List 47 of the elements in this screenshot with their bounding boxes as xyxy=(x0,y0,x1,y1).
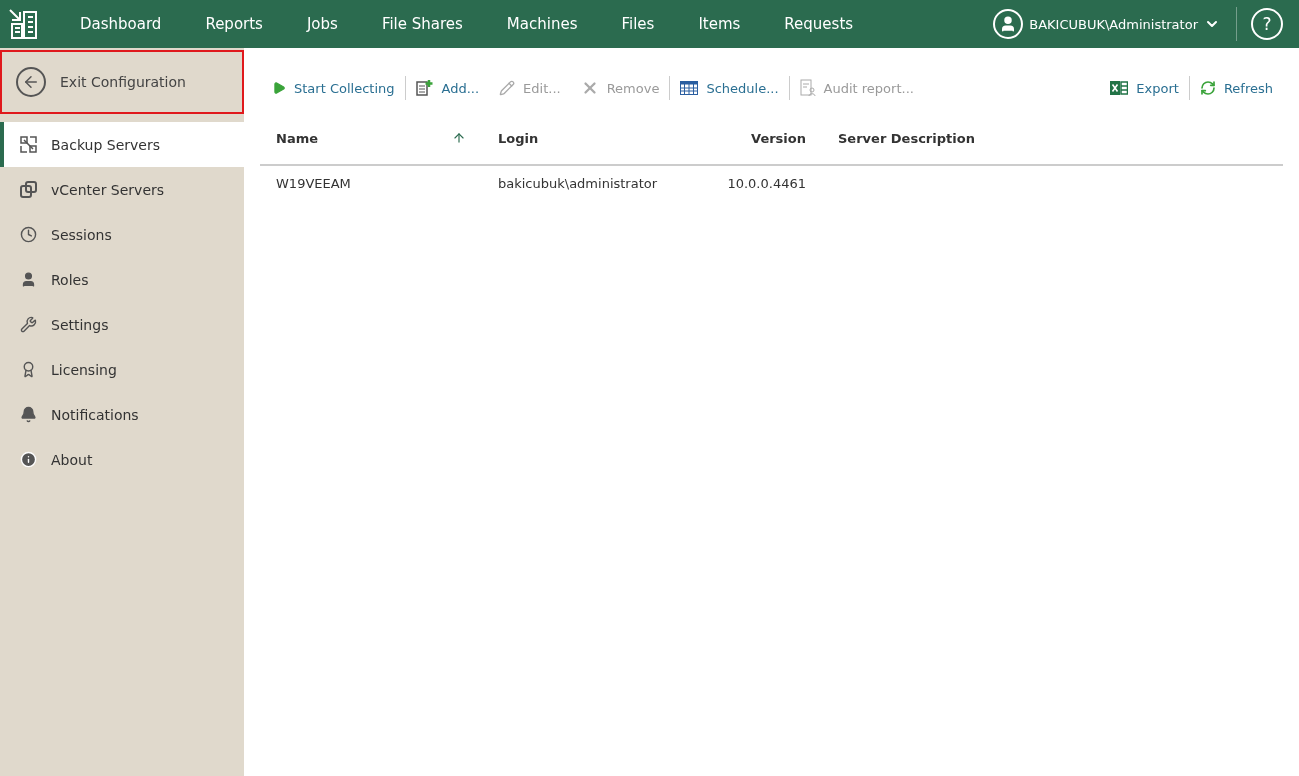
toolbar-button[interactable]: Refresh xyxy=(1189,80,1283,96)
vcenter-icon xyxy=(20,181,37,198)
nav-link[interactable]: Requests xyxy=(762,15,876,33)
play-icon xyxy=(272,81,286,95)
info-icon xyxy=(20,451,37,468)
nav-link[interactable]: Machines xyxy=(484,15,600,33)
clock-icon xyxy=(20,226,37,243)
column-header[interactable]: Version xyxy=(682,112,822,165)
bell-icon xyxy=(20,406,37,423)
logo-icon xyxy=(8,8,40,40)
calendar-icon xyxy=(680,81,699,95)
sidebar-item[interactable]: Backup Servers xyxy=(0,122,244,167)
table-cell: bakicubuk\administrator xyxy=(482,165,682,200)
servers-icon xyxy=(20,136,37,153)
toolbar-button[interactable]: Export xyxy=(1100,80,1189,96)
toolbar-button[interactable]: Start Collecting xyxy=(262,80,405,96)
nav-link[interactable]: Items xyxy=(676,15,763,33)
column-header[interactable]: Name xyxy=(260,112,482,165)
nav-link[interactable]: Reports xyxy=(183,15,285,33)
nav-link[interactable]: Files xyxy=(599,15,677,33)
column-header[interactable]: Server Description xyxy=(822,112,1283,165)
toolbar-button[interactable]: Schedule... xyxy=(670,80,789,96)
table-cell: 10.0.0.4461 xyxy=(682,165,822,200)
nav-link[interactable]: Dashboard xyxy=(58,15,184,33)
column-header[interactable]: Login xyxy=(482,112,682,165)
tools-icon xyxy=(20,316,37,333)
nav-link[interactable]: File Shares xyxy=(359,15,485,33)
sidebar-item[interactable]: Notifications xyxy=(0,392,244,437)
sidebar-item[interactable]: Settings xyxy=(0,302,244,347)
toolbar-button[interactable]: Add... xyxy=(405,80,490,96)
user-icon xyxy=(20,271,37,288)
user-name[interactable]: BAKICUBUK\Administrator xyxy=(1029,16,1198,32)
sidebar-item[interactable]: About xyxy=(0,437,244,482)
sidebar-item[interactable]: Licensing xyxy=(0,347,244,392)
exit-configuration-button[interactable]: Exit Configuration xyxy=(0,50,244,114)
report-icon xyxy=(799,79,816,97)
add-document-icon xyxy=(415,80,434,96)
refresh-icon xyxy=(1199,80,1216,96)
sidebar-item[interactable]: Sessions xyxy=(0,212,244,257)
help-button[interactable]: ? xyxy=(1251,8,1283,40)
nav-link[interactable]: Jobs xyxy=(284,15,360,33)
pencil-icon xyxy=(499,80,516,96)
sidebar-item[interactable]: Roles xyxy=(0,257,244,302)
spreadsheet-icon xyxy=(1110,80,1129,96)
sidebar-item[interactable]: vCenter Servers xyxy=(0,167,244,212)
user-avatar-icon xyxy=(993,9,1024,39)
table-cell: W19VEEAM xyxy=(260,165,482,200)
